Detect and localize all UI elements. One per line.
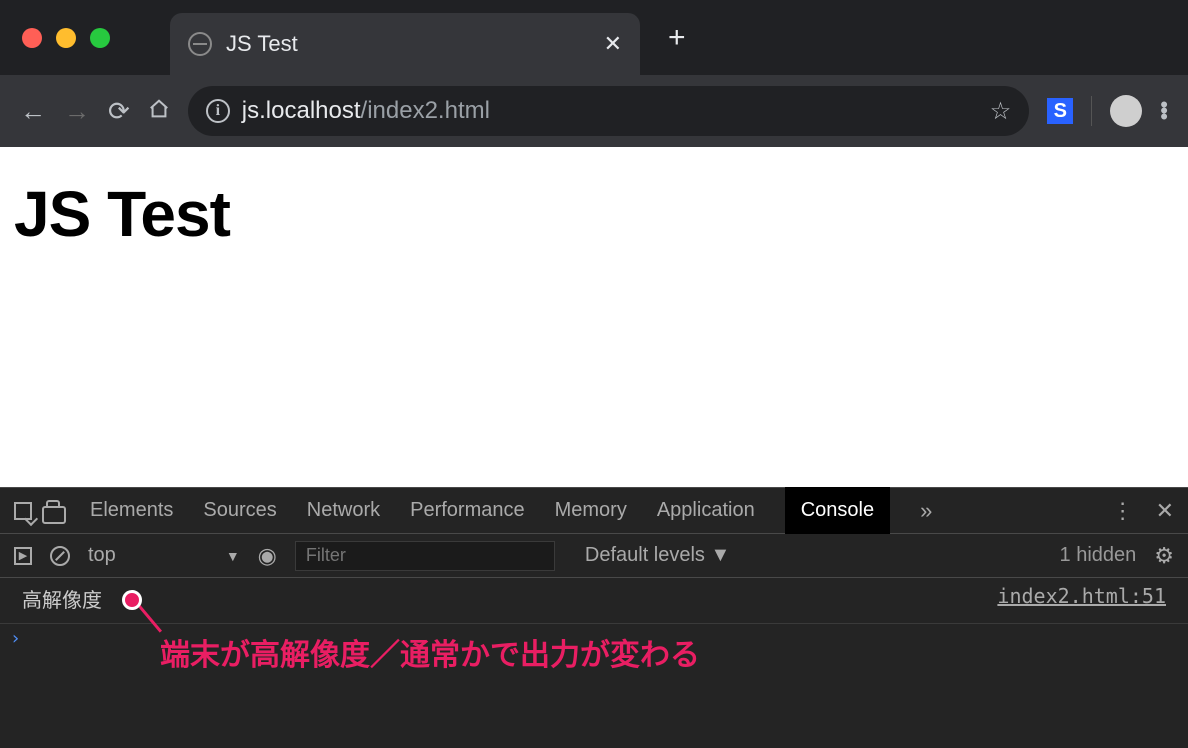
browser-tab-strip: JS Test ✕ + [0,0,1188,75]
tab-sources[interactable]: Sources [203,499,276,522]
page-title: JS Test [14,177,1174,251]
window-close-icon[interactable] [22,28,42,48]
browser-toolbar: ← → ⟳ i js.localhost/index2.html ☆ S ••• [0,75,1188,147]
more-tabs-icon[interactable]: » [920,498,932,524]
tab-application[interactable]: Application [657,499,755,522]
tab-network[interactable]: Network [307,499,380,522]
browser-tab[interactable]: JS Test ✕ [170,13,640,75]
tab-elements[interactable]: Elements [90,499,173,522]
back-icon[interactable]: ← [20,96,46,127]
url-host: js.localhost [242,97,361,124]
tab-performance[interactable]: Performance [410,499,525,522]
reload-icon[interactable]: ⟳ [108,96,130,127]
globe-icon [188,32,212,56]
context-selector[interactable]: top ▼ [88,544,240,567]
chevron-down-icon: ▼ [226,548,240,564]
home-icon[interactable] [148,96,170,127]
inspect-element-icon[interactable] [14,502,32,520]
device-toggle-icon[interactable] [46,500,60,522]
bookmark-star-icon[interactable]: ☆ [990,97,1012,126]
address-bar[interactable]: i js.localhost/index2.html ☆ [188,86,1030,136]
url-text: js.localhost/index2.html [242,97,490,125]
clear-console-icon[interactable] [50,546,70,566]
new-tab-button[interactable]: + [668,21,686,55]
live-expression-icon[interactable]: ◉ [258,543,277,569]
forward-icon[interactable]: → [64,96,90,127]
tab-title: JS Test [226,31,604,57]
console-filter-input[interactable] [295,541,555,571]
context-value: top [88,544,116,567]
profile-avatar[interactable] [1110,95,1142,127]
console-sidebar-toggle-icon[interactable]: ▶ [14,547,32,565]
gear-icon[interactable]: ⚙ [1154,543,1174,569]
menu-dots-icon[interactable]: ••• [1160,102,1168,120]
devtools-close-icon[interactable]: ✕ [1156,498,1174,524]
separator [1091,96,1092,126]
window-traffic-lights [0,28,110,48]
console-toolbar: ▶ top ▼ ◉ Default levels ▼ 1 hidden ⚙ [0,534,1188,578]
tab-console[interactable]: Console [785,487,890,534]
url-path: /index2.html [361,97,490,124]
page-content: JS Test [0,147,1188,487]
devtools-tab-bar: Elements Sources Network Performance Mem… [0,488,1188,534]
log-source-link[interactable]: index2.html:51 [997,584,1166,613]
annotation-text: 端末が高解像度／通常かで出力が変わる [160,630,700,674]
hidden-count[interactable]: 1 hidden [1060,544,1137,567]
tab-memory[interactable]: Memory [555,499,627,522]
close-icon[interactable]: ✕ [604,31,622,57]
window-zoom-icon[interactable] [90,28,110,48]
log-levels-selector[interactable]: Default levels ▼ [585,544,730,567]
chevron-down-icon: ▼ [711,544,731,566]
devtools-panel: Elements Sources Network Performance Mem… [0,487,1188,748]
extension-icon[interactable]: S [1047,98,1073,124]
site-info-icon[interactable]: i [206,99,230,123]
window-minimize-icon[interactable] [56,28,76,48]
devtools-left-icons [14,500,60,522]
devtools-menu-icon[interactable]: ⋮ [1112,498,1134,524]
annotation-marker [122,590,142,610]
